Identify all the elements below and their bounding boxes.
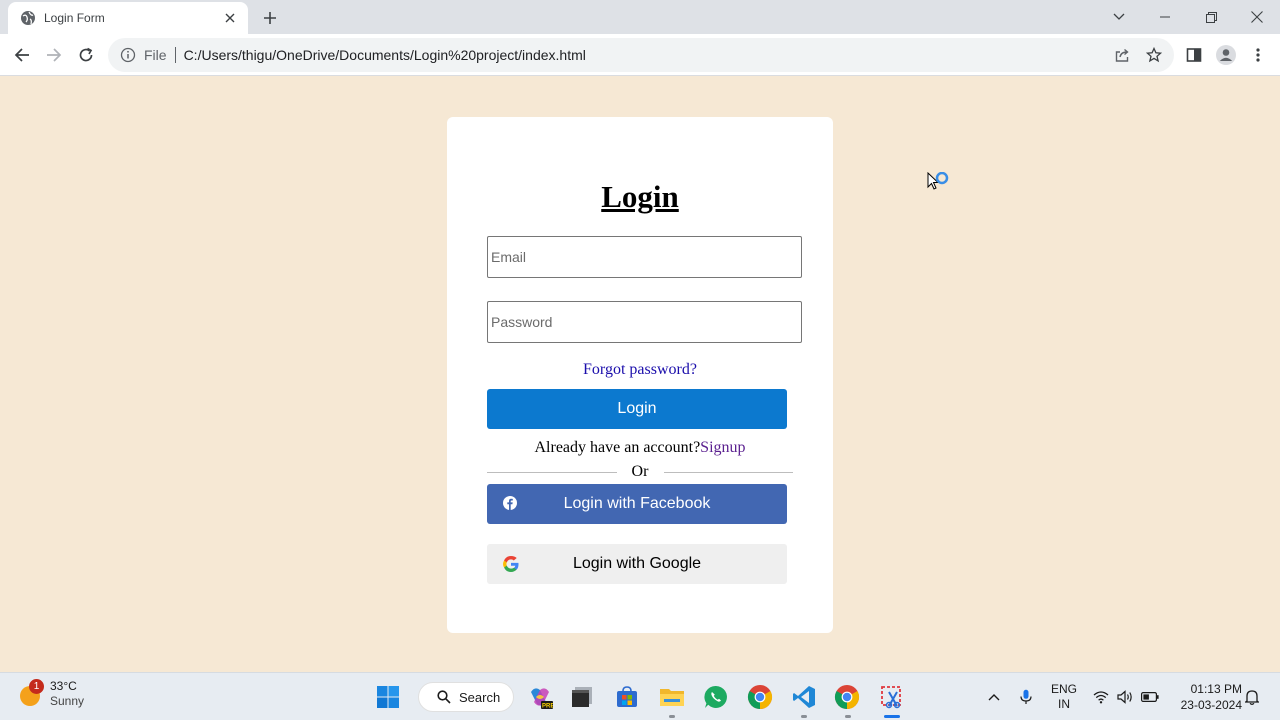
store-icon[interactable] bbox=[611, 681, 643, 713]
language-code: ENG bbox=[1050, 682, 1077, 696]
back-button[interactable] bbox=[8, 41, 36, 69]
volume-icon[interactable] bbox=[1116, 673, 1134, 720]
profile-avatar-icon[interactable] bbox=[1212, 41, 1240, 69]
wifi-icon[interactable] bbox=[1092, 673, 1110, 720]
globe-icon bbox=[20, 10, 36, 26]
chrome-icon[interactable] bbox=[744, 681, 776, 713]
url-text[interactable]: C:/Users/thigu/OneDrive/Documents/Login%… bbox=[184, 47, 586, 63]
account-prompt-text: Already have an account? bbox=[534, 439, 701, 456]
browser-toolbar: File C:/Users/thigu/OneDrive/Documents/L… bbox=[0, 34, 1280, 76]
sun-icon: 1 bbox=[18, 679, 44, 707]
email-field[interactable] bbox=[487, 236, 802, 278]
tab-strip: Login Form bbox=[0, 0, 1280, 34]
bookmark-star-icon[interactable] bbox=[1140, 41, 1168, 69]
facebook-login-label: Login with Facebook bbox=[563, 495, 711, 512]
info-icon[interactable] bbox=[120, 47, 136, 63]
facebook-icon bbox=[503, 496, 519, 512]
clock-date: 23-03-2024 bbox=[1180, 698, 1242, 712]
divider-line-right bbox=[664, 472, 793, 473]
forward-button[interactable] bbox=[40, 41, 68, 69]
whatsapp-icon[interactable] bbox=[700, 681, 732, 713]
restore-button[interactable] bbox=[1188, 0, 1234, 34]
snipping-active-indicator bbox=[884, 715, 900, 718]
account-prompt: Already have an account?Signup bbox=[447, 439, 833, 457]
terminal-icon[interactable] bbox=[566, 681, 598, 713]
region-code: IN bbox=[1058, 697, 1070, 711]
svg-text:PRE: PRE bbox=[542, 704, 553, 710]
battery-icon[interactable] bbox=[1140, 673, 1160, 720]
search-icon bbox=[437, 690, 451, 704]
microphone-icon[interactable] bbox=[1016, 673, 1036, 720]
close-window-button[interactable] bbox=[1234, 0, 1280, 34]
show-hidden-icons-chevron-icon[interactable] bbox=[984, 673, 1004, 720]
tab-search-icon[interactable] bbox=[1096, 0, 1142, 34]
file-explorer-icon[interactable] bbox=[656, 681, 688, 713]
tab-title: Login Form bbox=[44, 11, 105, 25]
facebook-login-button[interactable]: Login with Facebook bbox=[487, 484, 787, 524]
login-card: Login Forgot password? Login Already hav… bbox=[447, 117, 833, 633]
side-panel-icon[interactable] bbox=[1180, 41, 1208, 69]
menu-kebab-icon[interactable] bbox=[1244, 41, 1272, 69]
minimize-button[interactable] bbox=[1142, 0, 1188, 34]
reload-button[interactable] bbox=[72, 41, 100, 69]
google-icon bbox=[503, 556, 519, 572]
forgot-password-link[interactable]: Forgot password? bbox=[447, 361, 833, 379]
explorer-running-indicator bbox=[669, 715, 675, 718]
browser-tab[interactable]: Login Form bbox=[8, 2, 248, 34]
windows-taskbar: 1 33°C Sunny Search PRE ENG IN 01:13 PM … bbox=[0, 672, 1280, 720]
password-field[interactable] bbox=[487, 301, 802, 343]
copilot-icon[interactable]: PRE bbox=[524, 681, 556, 713]
share-icon[interactable] bbox=[1108, 41, 1136, 69]
system-clock[interactable]: 01:13 PM 23-03-2024 bbox=[1168, 681, 1242, 713]
taskbar-search[interactable]: Search bbox=[418, 682, 514, 712]
weather-temperature: 33°C bbox=[50, 679, 77, 693]
page-title: Login bbox=[601, 179, 679, 214]
address-bar[interactable]: File C:/Users/thigu/OneDrive/Documents/L… bbox=[108, 38, 1174, 72]
start-icon[interactable] bbox=[372, 681, 404, 713]
busy-cursor-icon bbox=[927, 171, 953, 198]
scheme-label: File bbox=[144, 47, 167, 63]
weather-condition: Sunny bbox=[50, 694, 85, 708]
notification-bell-icon[interactable] bbox=[1243, 673, 1261, 720]
weather-alert-badge: 1 bbox=[29, 679, 44, 694]
omnibox-divider bbox=[174, 47, 176, 63]
chrome-icon[interactable] bbox=[831, 681, 863, 713]
clock-time: 01:13 PM bbox=[1190, 682, 1242, 696]
login-button[interactable]: Login bbox=[487, 389, 787, 429]
vscode-icon[interactable] bbox=[788, 681, 820, 713]
google-login-label: Login with Google bbox=[572, 555, 702, 572]
google-login-button[interactable]: Login with Google bbox=[487, 544, 787, 584]
or-divider: Or bbox=[487, 463, 793, 481]
language-indicator[interactable]: ENG IN bbox=[1048, 682, 1080, 712]
new-tab-button[interactable] bbox=[258, 6, 282, 30]
chrome-running-indicator bbox=[845, 715, 851, 718]
weather-widget[interactable]: 1 33°C Sunny bbox=[18, 679, 84, 709]
signup-link[interactable]: Signup bbox=[700, 439, 745, 456]
close-icon[interactable] bbox=[222, 10, 238, 26]
vscode-running-indicator bbox=[801, 715, 807, 718]
snipping-tool-icon[interactable] bbox=[876, 681, 908, 713]
search-label: Search bbox=[459, 689, 501, 705]
